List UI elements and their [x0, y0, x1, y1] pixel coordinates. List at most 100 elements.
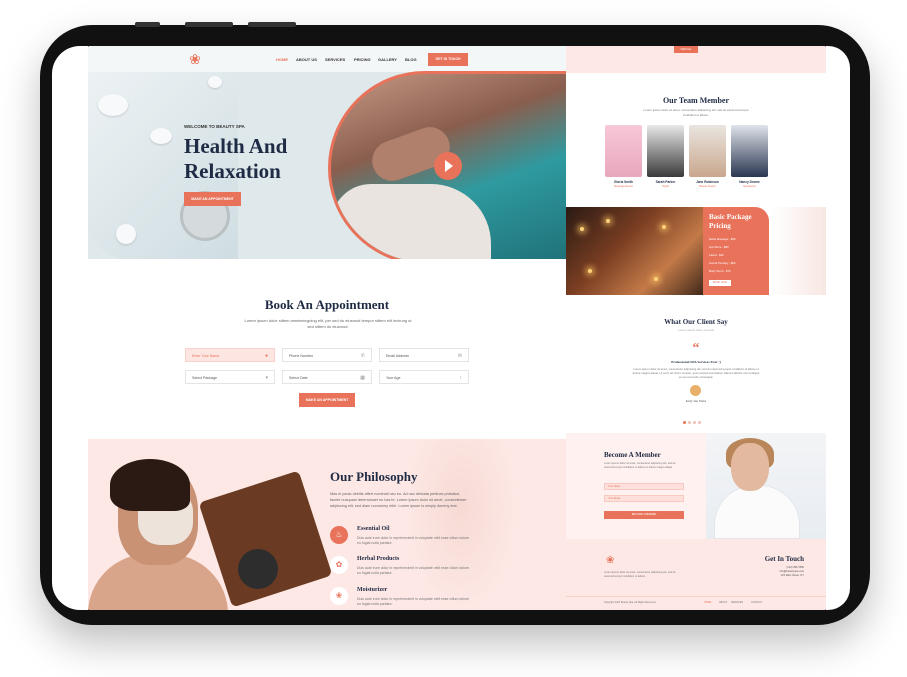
carousel-dot-active[interactable]: [683, 421, 686, 424]
booking-description: Lorem ipsum dolor sittem ametamcgning el…: [244, 318, 412, 329]
get-in-touch-button[interactable]: GET IN TOUCH: [428, 53, 468, 66]
view-all-button[interactable]: VIEW ALL: [674, 46, 698, 53]
member-role: Stylist: [662, 185, 669, 188]
membership-description: Lorem ipsum dolor sit amet, consectetur …: [604, 462, 676, 469]
member-photo: [689, 125, 726, 177]
facial-mask-photo: [88, 459, 333, 610]
lotus-logo-icon[interactable]: ❀: [606, 555, 614, 566]
screen-bezel-right: [826, 46, 850, 610]
hero-appointment-button[interactable]: MAKE AN APPOINTMENT: [184, 192, 241, 206]
candle-light: [588, 269, 592, 273]
hot-stones: [238, 549, 278, 589]
nav-home[interactable]: HOME: [276, 57, 288, 62]
carousel-dots: [683, 411, 709, 424]
hero-section: ❀ HOME ABOUT US SERVICES PRICING GALLERY…: [88, 46, 566, 259]
philosophy-title: Our Philosophy: [330, 469, 418, 484]
nav-gallery[interactable]: GALLERY: [378, 57, 397, 62]
stepper-icon: ↕: [459, 375, 463, 381]
nav-about-us[interactable]: ABOUT US: [296, 57, 317, 62]
testimonials-subtitle: Lorem ipsum dolor sit amet: [677, 328, 715, 332]
name-input[interactable]: Enter Your Name ●: [185, 348, 275, 362]
name-input-placeholder: Enter Your Name: [192, 354, 220, 358]
client-name: Emily Van Parks: [685, 399, 707, 403]
calendar-icon: ▦: [360, 375, 365, 381]
pricing-book-button[interactable]: BOOK NOW: [709, 280, 731, 286]
date-input[interactable]: Select Date ▦: [282, 370, 372, 384]
hair: [110, 459, 190, 511]
carousel-dot[interactable]: [693, 421, 696, 424]
carousel-dot[interactable]: [698, 421, 701, 424]
age-input[interactable]: Your Age ↕: [379, 370, 469, 384]
footer-bottom-bar: Copyright 2021 Beauty Spa. All Rights Re…: [566, 596, 826, 610]
membership-section: Become A Member Lorem ipsum dolor sit am…: [566, 433, 826, 539]
portrait-face: [731, 443, 769, 491]
email-input-placeholder: Email Address: [386, 354, 409, 358]
nav-blog[interactable]: BLOG: [405, 57, 417, 62]
mail-icon: ✉: [457, 353, 462, 359]
footer: ❀ Lorem ipsum dolor sit amet, consectetu…: [566, 539, 826, 610]
footer-link-home[interactable]: HOME: [704, 601, 711, 604]
left-column: ❀ HOME ABOUT US SERVICES PRICING GALLERY…: [88, 46, 566, 610]
pricing-card: Basic Package Pricing Relax Massage - $5…: [703, 207, 769, 295]
phone-icon: ✆: [360, 353, 365, 359]
candle-light: [654, 277, 658, 281]
member-photo: [647, 125, 684, 177]
pricing-title: Basic Package Pricing: [709, 213, 752, 230]
hero-eyebrow: WELCOME TO BEAUTY SPA: [184, 124, 245, 129]
member-name: Sarah Parker: [655, 180, 676, 184]
pricing-item: Relax Massage - $50: [709, 237, 736, 241]
phone-input[interactable]: Phone Number ✆: [282, 348, 372, 362]
date-input-placeholder: Select Date: [289, 376, 308, 380]
member-name-input[interactable]: Your Name: [604, 483, 684, 490]
screen-bezel-left: [52, 46, 88, 610]
booking-submit-button[interactable]: MAKE AN APPOINTMENT: [299, 393, 355, 407]
carousel-dot[interactable]: [688, 421, 691, 424]
tablet-hardware-button: [135, 22, 160, 27]
feature-title: Moisturizer: [357, 587, 388, 593]
footer-link-contact[interactable]: CONTACT: [751, 601, 762, 604]
footer-contact-info: (123) 456 7890 info@beautyspa.com 123 Ma…: [738, 566, 804, 577]
team-member-card[interactable]: Gloria Smith Massage Expert: [605, 125, 642, 188]
pricing-section: Basic Package Pricing Relax Massage - $5…: [566, 207, 826, 295]
testimonial-heading: Professional SPA Services Ever :): [671, 360, 721, 364]
copyright-text: Copyright 2021 Beauty Spa. All Rights Re…: [604, 601, 657, 604]
feature-description: Duis aute irure dolor in reprehenderit i…: [357, 566, 470, 575]
pricing-item: Hot Stone - $80: [709, 245, 729, 249]
member-name: Jane Robinson: [696, 180, 719, 184]
age-input-placeholder: Your Age: [386, 376, 401, 380]
footer-link-about[interactable]: ABOUT: [719, 601, 727, 604]
website-screen: ❀ HOME ABOUT US SERVICES PRICING GALLERY…: [88, 46, 826, 610]
member-name: Nancy Drome: [739, 180, 760, 184]
phone-input-placeholder: Phone Number: [289, 354, 314, 358]
become-member-button[interactable]: BECOME A MEMBER: [604, 511, 684, 519]
candle-light: [580, 227, 584, 231]
candle-massage-photo: [566, 207, 706, 295]
team-member-card[interactable]: Sarah Parker Stylist: [647, 125, 684, 188]
team-member-card[interactable]: Jane Robinson Beauty Expert: [689, 125, 726, 188]
tablet-hardware-button: [185, 22, 233, 27]
nav-pricing[interactable]: PRICING: [354, 57, 371, 62]
oil-bottle-icon: ♨: [330, 526, 348, 544]
quote-icon: “: [692, 341, 700, 356]
team-member-card[interactable]: Nancy Drome Spa Expert: [731, 125, 768, 188]
booking-section: Book An Appointment Lorem ipsum dolor si…: [88, 259, 566, 439]
top-navbar: ❀ HOME ABOUT US SERVICES PRICING GALLERY…: [88, 46, 566, 72]
lotus-logo-icon[interactable]: ❀: [186, 52, 204, 66]
user-icon: ●: [264, 353, 268, 359]
philosophy-section: Our Philosophy Mas ei paulo debitis affe…: [88, 439, 566, 610]
stone: [150, 128, 172, 144]
towel: [331, 184, 491, 259]
nav-services[interactable]: SERVICES: [325, 57, 345, 62]
footer-link-services[interactable]: SERVICES: [731, 601, 743, 604]
feature-description: Duis aute irure dolor in reprehenderit i…: [357, 536, 470, 545]
member-email-input[interactable]: Your Email: [604, 495, 684, 502]
member-role: Massage Expert: [614, 185, 633, 188]
member-name: Gloria Smith: [614, 180, 633, 184]
member-photo: [605, 125, 642, 177]
booking-title: Book An Appointment: [264, 297, 390, 312]
membership-title: Become A Member: [604, 451, 661, 459]
footer-address: 123 Main Street, NY: [780, 573, 804, 577]
pricing-item: Aroma Therapy - $60: [709, 261, 736, 265]
email-input[interactable]: Email Address ✉: [379, 348, 469, 362]
package-select[interactable]: Select Package ▾: [185, 370, 275, 384]
